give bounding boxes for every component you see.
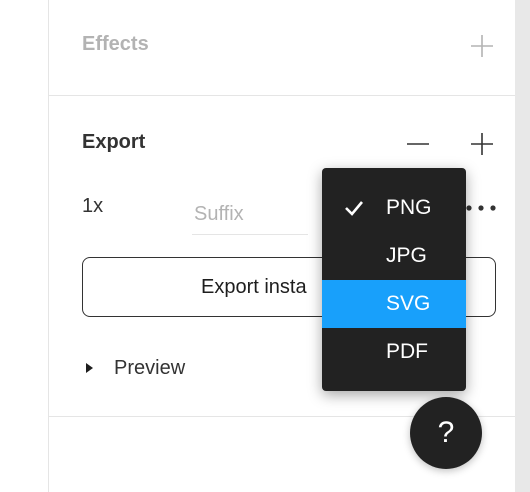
check-icon: [345, 201, 363, 216]
triangle-right-icon: [86, 363, 93, 373]
format-dropdown-menu: PNG JPG SVG PDF: [322, 168, 466, 391]
scrollbar-track[interactable]: [515, 0, 530, 492]
add-effect-button[interactable]: [466, 30, 498, 62]
format-option-svg[interactable]: SVG: [322, 280, 466, 328]
help-button[interactable]: ?: [410, 397, 482, 469]
plus-icon: [471, 35, 493, 57]
effects-section-title: Effects: [82, 33, 149, 55]
format-option-jpg[interactable]: JPG: [322, 232, 466, 280]
format-option-label: SVG: [386, 292, 431, 315]
export-scale-select[interactable]: 1x: [82, 195, 103, 218]
format-option-label: JPG: [386, 244, 427, 267]
preview-toggle[interactable]: Preview: [82, 354, 185, 382]
export-settings-button[interactable]: [464, 196, 500, 220]
format-option-pdf[interactable]: PDF: [322, 328, 466, 376]
section-divider: [49, 95, 515, 96]
help-icon: ?: [437, 416, 455, 449]
export-section-title: Export: [82, 131, 146, 153]
minus-icon: [407, 143, 429, 145]
export-button-label: Export insta: [201, 276, 307, 298]
format-option-png[interactable]: PNG: [322, 184, 466, 232]
add-export-button[interactable]: [466, 128, 498, 160]
more-dots-icon: [466, 205, 496, 211]
plus-icon: [471, 133, 493, 155]
suffix-input[interactable]: [192, 194, 308, 235]
preview-label: Preview: [114, 356, 186, 379]
format-option-label: PDF: [386, 340, 428, 363]
format-option-label: PNG: [386, 196, 432, 219]
remove-export-button[interactable]: [402, 128, 434, 160]
panel-left-divider: [48, 0, 49, 492]
